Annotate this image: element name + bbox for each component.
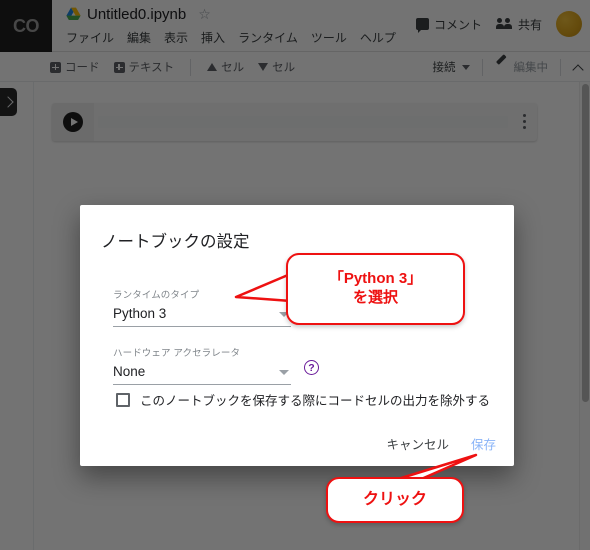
hardware-accelerator-select[interactable]: None bbox=[113, 363, 291, 385]
click-callout-line1: クリック bbox=[362, 491, 427, 508]
runtime-type-label: ランタイムのタイプ bbox=[113, 290, 200, 301]
click-callout: クリック bbox=[326, 477, 464, 523]
save-button[interactable]: 保存 bbox=[471, 434, 496, 453]
python-selection-callout: 「Python 3」 を選択 bbox=[286, 253, 465, 325]
python-callout-line2: を選択 bbox=[352, 289, 398, 306]
runtime-type-field: ランタイムのタイプ Python 3 bbox=[113, 287, 291, 327]
caret-down-icon bbox=[279, 370, 289, 375]
hardware-accelerator-label: ハードウェア アクセラレータ bbox=[113, 348, 241, 359]
notebook-settings-dialog: ノートブックの設定 ランタイムのタイプ Python 3 ハードウェア アクセラ… bbox=[80, 205, 514, 466]
dialog-actions: キャンセル 保存 bbox=[386, 434, 496, 453]
python-callout-line1: 「Python 3」 bbox=[328, 270, 423, 288]
hardware-accelerator-value: None bbox=[113, 364, 146, 379]
runtime-type-select[interactable]: Python 3 bbox=[113, 305, 291, 327]
omit-output-label: このノートブックを保存する際にコードセルの出力を除外する bbox=[140, 394, 491, 408]
omit-output-row[interactable]: このノートブックを保存する際にコードセルの出力を除外する bbox=[116, 390, 490, 409]
runtime-type-value: Python 3 bbox=[113, 306, 167, 321]
help-icon[interactable]: ? bbox=[304, 360, 319, 375]
colab-app: CO Untitled0.ipynb ☆ ファイル 編集 表示 挿入 ランタイム… bbox=[0, 0, 590, 550]
omit-output-checkbox[interactable] bbox=[116, 392, 130, 407]
cancel-button[interactable]: キャンセル bbox=[386, 434, 449, 453]
hardware-accelerator-field: ハードウェア アクセラレータ None bbox=[113, 345, 291, 385]
dialog-title: ノートブックの設定 bbox=[101, 233, 250, 251]
